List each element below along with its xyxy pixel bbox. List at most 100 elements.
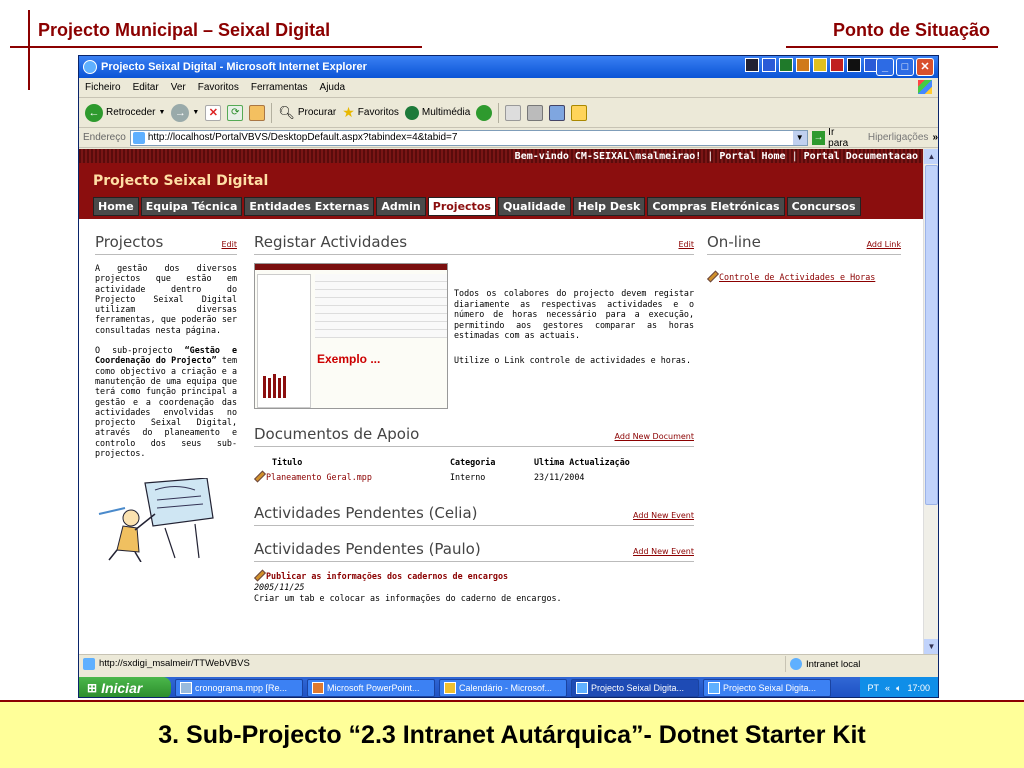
tab-qualidade[interactable]: Qualidade [497, 197, 571, 216]
media-icon [404, 105, 419, 120]
projectos-module: Projectos Edit A gestão dos diversos pro… [95, 233, 238, 563]
print-icon[interactable] [527, 104, 544, 121]
taskbar-item-ie-1[interactable]: Projecto Seixal Digita... [571, 679, 699, 697]
menu-ficheiro[interactable]: Ficheiro [85, 82, 121, 93]
volume-icon[interactable]: 🔈︎ [896, 683, 901, 694]
tray-arrow-icon[interactable]: « [885, 683, 890, 693]
back-dropdown-icon[interactable]: ▼ [158, 109, 165, 116]
event-description: Criar um tab e colocar as informações do… [254, 593, 562, 603]
menu-favoritos[interactable]: Favoritos [198, 82, 239, 93]
event-title: Publicar as informações dos cadernos de … [266, 571, 509, 581]
online-header: On-line Add Link [707, 233, 901, 255]
outlook-icon[interactable] [813, 58, 827, 72]
list-item: Publicar as informações dos cadernos de … [254, 570, 694, 604]
go-button[interactable]: → Ir para [811, 127, 856, 149]
ie-icon [708, 682, 720, 694]
slide-vertical-rule [28, 10, 30, 90]
back-button[interactable]: ← Retroceder ▼ [85, 103, 165, 122]
misc-icon[interactable] [847, 58, 861, 72]
tab-home[interactable]: Home [93, 197, 139, 216]
word-icon[interactable] [762, 58, 776, 72]
refresh-icon[interactable]: ⟳ [227, 104, 244, 121]
portal-home-link[interactable]: Portal Home [719, 151, 785, 162]
powerpoint-icon[interactable] [796, 58, 810, 72]
example-screenshot-thumbnail[interactable]: Exemplo ... [254, 263, 448, 409]
ie-icon [576, 682, 588, 694]
celia-header: Actividades Pendentes (Celia) Add New Ev… [254, 504, 694, 526]
windows-logo-icon [918, 80, 932, 94]
pencil-edit-icon[interactable] [707, 271, 716, 280]
projectos-edit-link[interactable]: Edit [222, 240, 238, 249]
minimize-button[interactable]: _ [876, 58, 894, 76]
standard-toolbar: ← Retroceder ▼ → ▼ ✕ ⟳ 🔍︎ Procurar ★ Fav… [79, 98, 938, 128]
scroll-up-icon[interactable]: ▲ [924, 149, 938, 164]
window-titlebar[interactable]: Projecto Seixal Digital - Microsoft Inte… [79, 56, 938, 78]
forward-button[interactable]: → ▼ [171, 103, 199, 122]
document-category-cell: Interno [450, 471, 486, 482]
taskbar-item-powerpoint[interactable]: Microsoft PowerPoint... [307, 679, 435, 697]
taskbar-item-calendario[interactable]: Calendário - Microsof... [439, 679, 567, 697]
taskbar-item-ie-2[interactable]: Projecto Seixal Digita... [703, 679, 831, 697]
scroll-down-icon[interactable]: ▼ [924, 639, 938, 654]
celia-title: Actividades Pendentes (Celia) [254, 504, 478, 522]
online-title: On-line [707, 233, 761, 251]
tab-projectos[interactable]: Projectos [427, 197, 496, 216]
close-button[interactable]: ✕ [916, 58, 934, 76]
excel-icon[interactable] [779, 58, 793, 72]
slide-footer-band: 3. Sub-Projecto “2.3 Intranet Autárquica… [0, 700, 1024, 768]
app-icon[interactable] [745, 58, 759, 72]
clock[interactable]: 17:00 [907, 683, 930, 693]
language-indicator[interactable]: PT [868, 683, 880, 693]
online-link-row: Controle de Actividades e Horas [707, 265, 901, 284]
address-dropdown-icon[interactable]: ▼ [792, 130, 807, 145]
event-date: 2005/11/25 [254, 582, 305, 592]
registar-edit-link[interactable]: Edit [679, 240, 695, 249]
stop-icon[interactable]: ✕ [205, 104, 222, 121]
tab-admin[interactable]: Admin [376, 197, 426, 216]
document-link[interactable]: Planeamento Geral.mpp [266, 472, 372, 482]
history-icon[interactable] [476, 104, 493, 121]
favorites-button[interactable]: ★ Favoritos [342, 104, 399, 121]
menu-ferramentas[interactable]: Ferramentas [251, 82, 308, 93]
portal-docs-link[interactable]: Portal Documentacao [804, 151, 918, 162]
project-icon [180, 682, 192, 694]
home-icon[interactable] [249, 104, 266, 121]
tab-compras-eletronicas[interactable]: Compras Eletrónicas [647, 197, 785, 216]
links-label[interactable]: Hiperligações [868, 132, 929, 143]
start-button[interactable]: ⊞ Iniciar [79, 677, 171, 697]
pencil-edit-icon[interactable] [254, 570, 263, 579]
menu-ver[interactable]: Ver [171, 82, 186, 93]
vertical-scrollbar[interactable]: ▲ ▼ [923, 149, 938, 654]
thumb-header [255, 264, 447, 270]
edit-icon[interactable] [549, 104, 566, 121]
add-link-link[interactable]: Add Link [867, 240, 901, 249]
toolbar-separator [271, 102, 273, 123]
menu-ajuda[interactable]: Ajuda [320, 82, 346, 93]
chevron-right-icon[interactable]: » [932, 132, 938, 143]
tab-help-desk[interactable]: Help Desk [572, 197, 646, 216]
favorites-star-icon: ★ [342, 104, 355, 120]
address-input[interactable]: http://localhost/PortalVBVS/DesktopDefau… [129, 129, 808, 146]
pencil-edit-icon[interactable] [254, 471, 263, 480]
forward-dropdown-icon[interactable]: ▼ [192, 109, 199, 116]
add-document-link[interactable]: Add New Document [615, 432, 694, 441]
media-button[interactable]: Multimédia [404, 105, 470, 120]
taskbar-item-cronograma[interactable]: cronograma.mpp [Re... [175, 679, 303, 697]
paulo-add-event-link[interactable]: Add New Event [633, 547, 694, 556]
messenger-icon[interactable] [571, 104, 588, 121]
maximize-button[interactable]: □ [896, 58, 914, 76]
menu-bar: Ficheiro Editar Ver Favoritos Ferramenta… [79, 78, 938, 98]
mail-icon[interactable] [505, 104, 522, 121]
menu-editar[interactable]: Editar [133, 82, 159, 93]
search-button[interactable]: 🔍︎ Procurar [278, 105, 336, 121]
acrobat-icon[interactable] [830, 58, 844, 72]
registar-header: Registar Actividades Edit [254, 233, 694, 255]
tab-concursos[interactable]: Concursos [786, 197, 861, 216]
celia-add-event-link[interactable]: Add New Event [633, 511, 694, 520]
tab-entidades-externas[interactable]: Entidades Externas [244, 197, 375, 216]
window-title: Projecto Seixal Digital - Microsoft Inte… [101, 61, 367, 73]
tab-equipa-tecnica[interactable]: Equipa Técnica [140, 197, 243, 216]
security-zone: Intranet local [785, 656, 860, 672]
scroll-thumb[interactable] [925, 165, 938, 505]
controle-actividades-link[interactable]: Controle de Actividades e Horas [719, 272, 875, 282]
